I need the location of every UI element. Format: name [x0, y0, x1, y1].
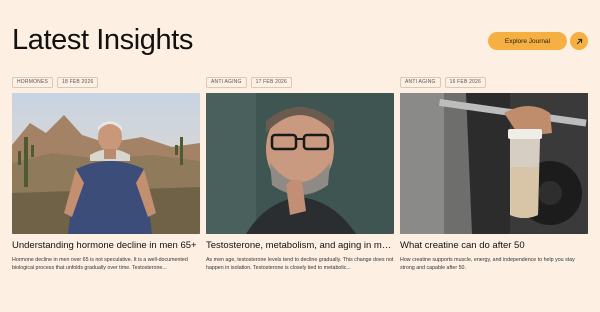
card-excerpt: As men age, testosterone levels tend to … — [206, 257, 394, 271]
card-tags: ANTI AGING 17 FEB 2026 — [206, 77, 394, 88]
card-excerpt: Hormone decline in men over 65 is not sp… — [12, 257, 188, 271]
page-header: Latest Insights Explore Journal — [12, 22, 588, 62]
explore-journal-button[interactable]: Explore Journal — [488, 32, 567, 50]
man-glasses-portrait-photo[interactable] — [206, 93, 394, 234]
card-title[interactable]: Testosterone, metabolism, and aging in m… — [206, 240, 394, 252]
card-tags: ANTI AGING 16 FEB 2026 — [400, 77, 588, 88]
date-tag: 18 FEB 2026 — [57, 77, 99, 88]
category-tag[interactable]: ANTI AGING — [400, 77, 441, 88]
article-card[interactable]: ANTI AGING 17 FEB 2026 Testosterone, met… — [206, 77, 394, 272]
article-card[interactable]: HORMONES 18 FEB 2026 Understanding hormo… — [12, 77, 200, 272]
card-tags: HORMONES 18 FEB 2026 — [12, 77, 200, 88]
card-excerpt: How creatine supports muscle, energy, an… — [400, 257, 575, 271]
category-tag[interactable]: ANTI AGING — [206, 77, 247, 88]
card-title[interactable]: Understanding hormone decline in men 65+ — [12, 240, 200, 252]
date-tag: 16 FEB 2026 — [444, 77, 487, 88]
card-title[interactable]: What creatine can do after 50 — [400, 240, 588, 252]
category-tag[interactable]: HORMONES — [12, 77, 54, 88]
shaker-bottle-gym-photo[interactable] — [400, 93, 588, 234]
date-tag: 17 FEB 2026 — [250, 77, 293, 88]
arrow-up-right-icon[interactable] — [570, 32, 588, 50]
article-card[interactable]: ANTI AGING 16 FEB 2026 What creatine can… — [400, 77, 588, 272]
older-man-desert-photo[interactable] — [12, 93, 200, 234]
page-title: Latest Insights — [12, 24, 193, 56]
explore-journal-group: Explore Journal — [488, 31, 588, 51]
